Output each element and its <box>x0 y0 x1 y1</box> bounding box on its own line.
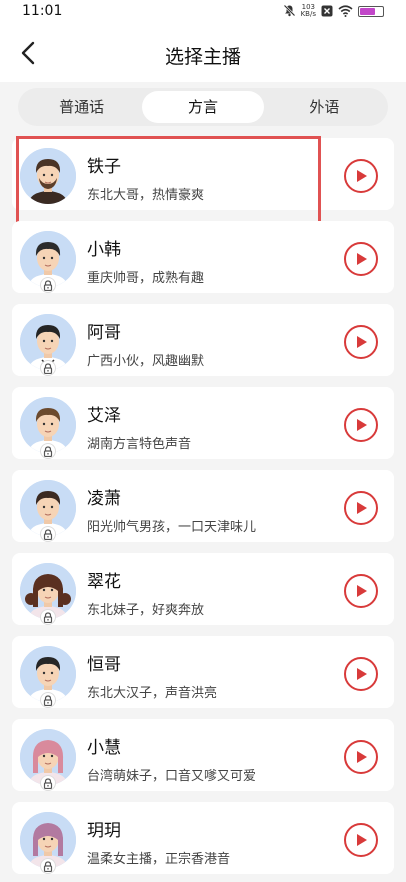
lock-icon <box>40 692 56 708</box>
battery-icon <box>358 5 384 17</box>
lock-icon <box>40 858 56 874</box>
play-icon <box>357 419 367 431</box>
play-button[interactable] <box>344 740 378 774</box>
network-speed: 103 KB/s <box>301 4 316 18</box>
status-bar: 11:01 103 KB/s <box>0 0 406 24</box>
anchor-name: 铁子 <box>87 157 121 177</box>
play-icon <box>357 253 367 265</box>
anchor-name: 小韩 <box>87 240 121 260</box>
anchor-card[interactable]: 小韩重庆帅哥，成熟有趣 <box>12 221 394 293</box>
play-button[interactable] <box>344 491 378 525</box>
anchor-description: 台湾萌妹子，口音又嗲又可爱 <box>87 769 257 784</box>
play-icon <box>357 585 367 597</box>
mute-icon <box>283 2 296 21</box>
play-button[interactable] <box>344 325 378 359</box>
anchor-description: 温柔女主播，正宗香港音 <box>87 852 231 867</box>
anchor-list: 铁子东北大哥，热情豪爽小韩重庆帅哥，成熟有趣阿哥广西小伙，风趣幽默艾泽湖南方言特… <box>12 136 394 882</box>
wifi-icon <box>338 2 353 21</box>
play-button[interactable] <box>344 574 378 608</box>
anchor-name: 阿哥 <box>87 323 121 343</box>
close-box-icon <box>321 2 333 21</box>
play-button[interactable] <box>344 159 378 193</box>
anchor-name: 小慧 <box>87 738 121 758</box>
network-speed-unit: KB/s <box>300 10 316 18</box>
play-icon <box>357 336 367 348</box>
lock-icon <box>40 360 56 376</box>
play-icon <box>357 834 367 846</box>
anchor-description: 东北大哥，热情豪爽 <box>87 188 205 203</box>
lock-icon <box>40 277 56 293</box>
anchor-name: 艾泽 <box>87 406 121 426</box>
anchor-description: 重庆帅哥，成熟有趣 <box>87 271 205 286</box>
play-button[interactable] <box>344 408 378 442</box>
anchor-card[interactable]: 凌萧阳光帅气男孩，一口天津味儿 <box>12 470 394 542</box>
play-button[interactable] <box>344 657 378 691</box>
play-icon <box>357 668 367 680</box>
lock-icon <box>40 609 56 625</box>
anchor-card[interactable]: 翠花东北妹子，好爽奔放 <box>12 553 394 625</box>
language-tabs: 普通话 方言 外语 <box>18 88 388 126</box>
header: 选择主播 <box>0 24 406 82</box>
play-button[interactable] <box>344 242 378 276</box>
anchor-name: 恒哥 <box>87 655 121 675</box>
anchor-description: 东北妹子，好爽奔放 <box>87 603 205 618</box>
anchor-name: 凌萧 <box>87 489 121 509</box>
tab-foreign[interactable]: 外语 <box>264 91 385 123</box>
lock-icon <box>40 775 56 791</box>
page-title: 选择主播 <box>164 46 241 68</box>
anchor-card[interactable]: 玥玥温柔女主播，正宗香港音 <box>12 802 394 874</box>
play-icon <box>357 170 367 182</box>
play-icon <box>357 751 367 763</box>
lock-icon <box>40 443 56 459</box>
tab-mandarin[interactable]: 普通话 <box>21 91 142 123</box>
anchor-name: 玥玥 <box>87 821 121 841</box>
play-icon <box>357 502 367 514</box>
lock-icon <box>40 526 56 542</box>
anchor-card[interactable]: 小慧台湾萌妹子，口音又嗲又可爱 <box>12 719 394 791</box>
anchor-description: 湖南方言特色声音 <box>87 437 192 452</box>
anchor-description: 广西小伙，风趣幽默 <box>87 354 205 369</box>
anchor-card[interactable]: 恒哥东北大汉子，声音洪亮 <box>12 636 394 708</box>
anchor-description: 阳光帅气男孩，一口天津味儿 <box>87 520 257 535</box>
anchor-name: 翠花 <box>87 572 121 592</box>
anchor-card[interactable]: 阿哥广西小伙，风趣幽默 <box>12 304 394 376</box>
play-button[interactable] <box>344 823 378 857</box>
tab-dialect[interactable]: 方言 <box>142 91 264 123</box>
anchor-card[interactable]: 艾泽湖南方言特色声音 <box>12 387 394 459</box>
status-time: 11:01 <box>22 3 63 19</box>
status-icons: 103 KB/s <box>283 3 384 19</box>
anchor-card[interactable]: 铁子东北大哥，热情豪爽 <box>12 136 394 224</box>
male-avatar-beard-icon <box>20 148 76 204</box>
anchor-description: 东北大汉子，声音洪亮 <box>87 686 218 701</box>
